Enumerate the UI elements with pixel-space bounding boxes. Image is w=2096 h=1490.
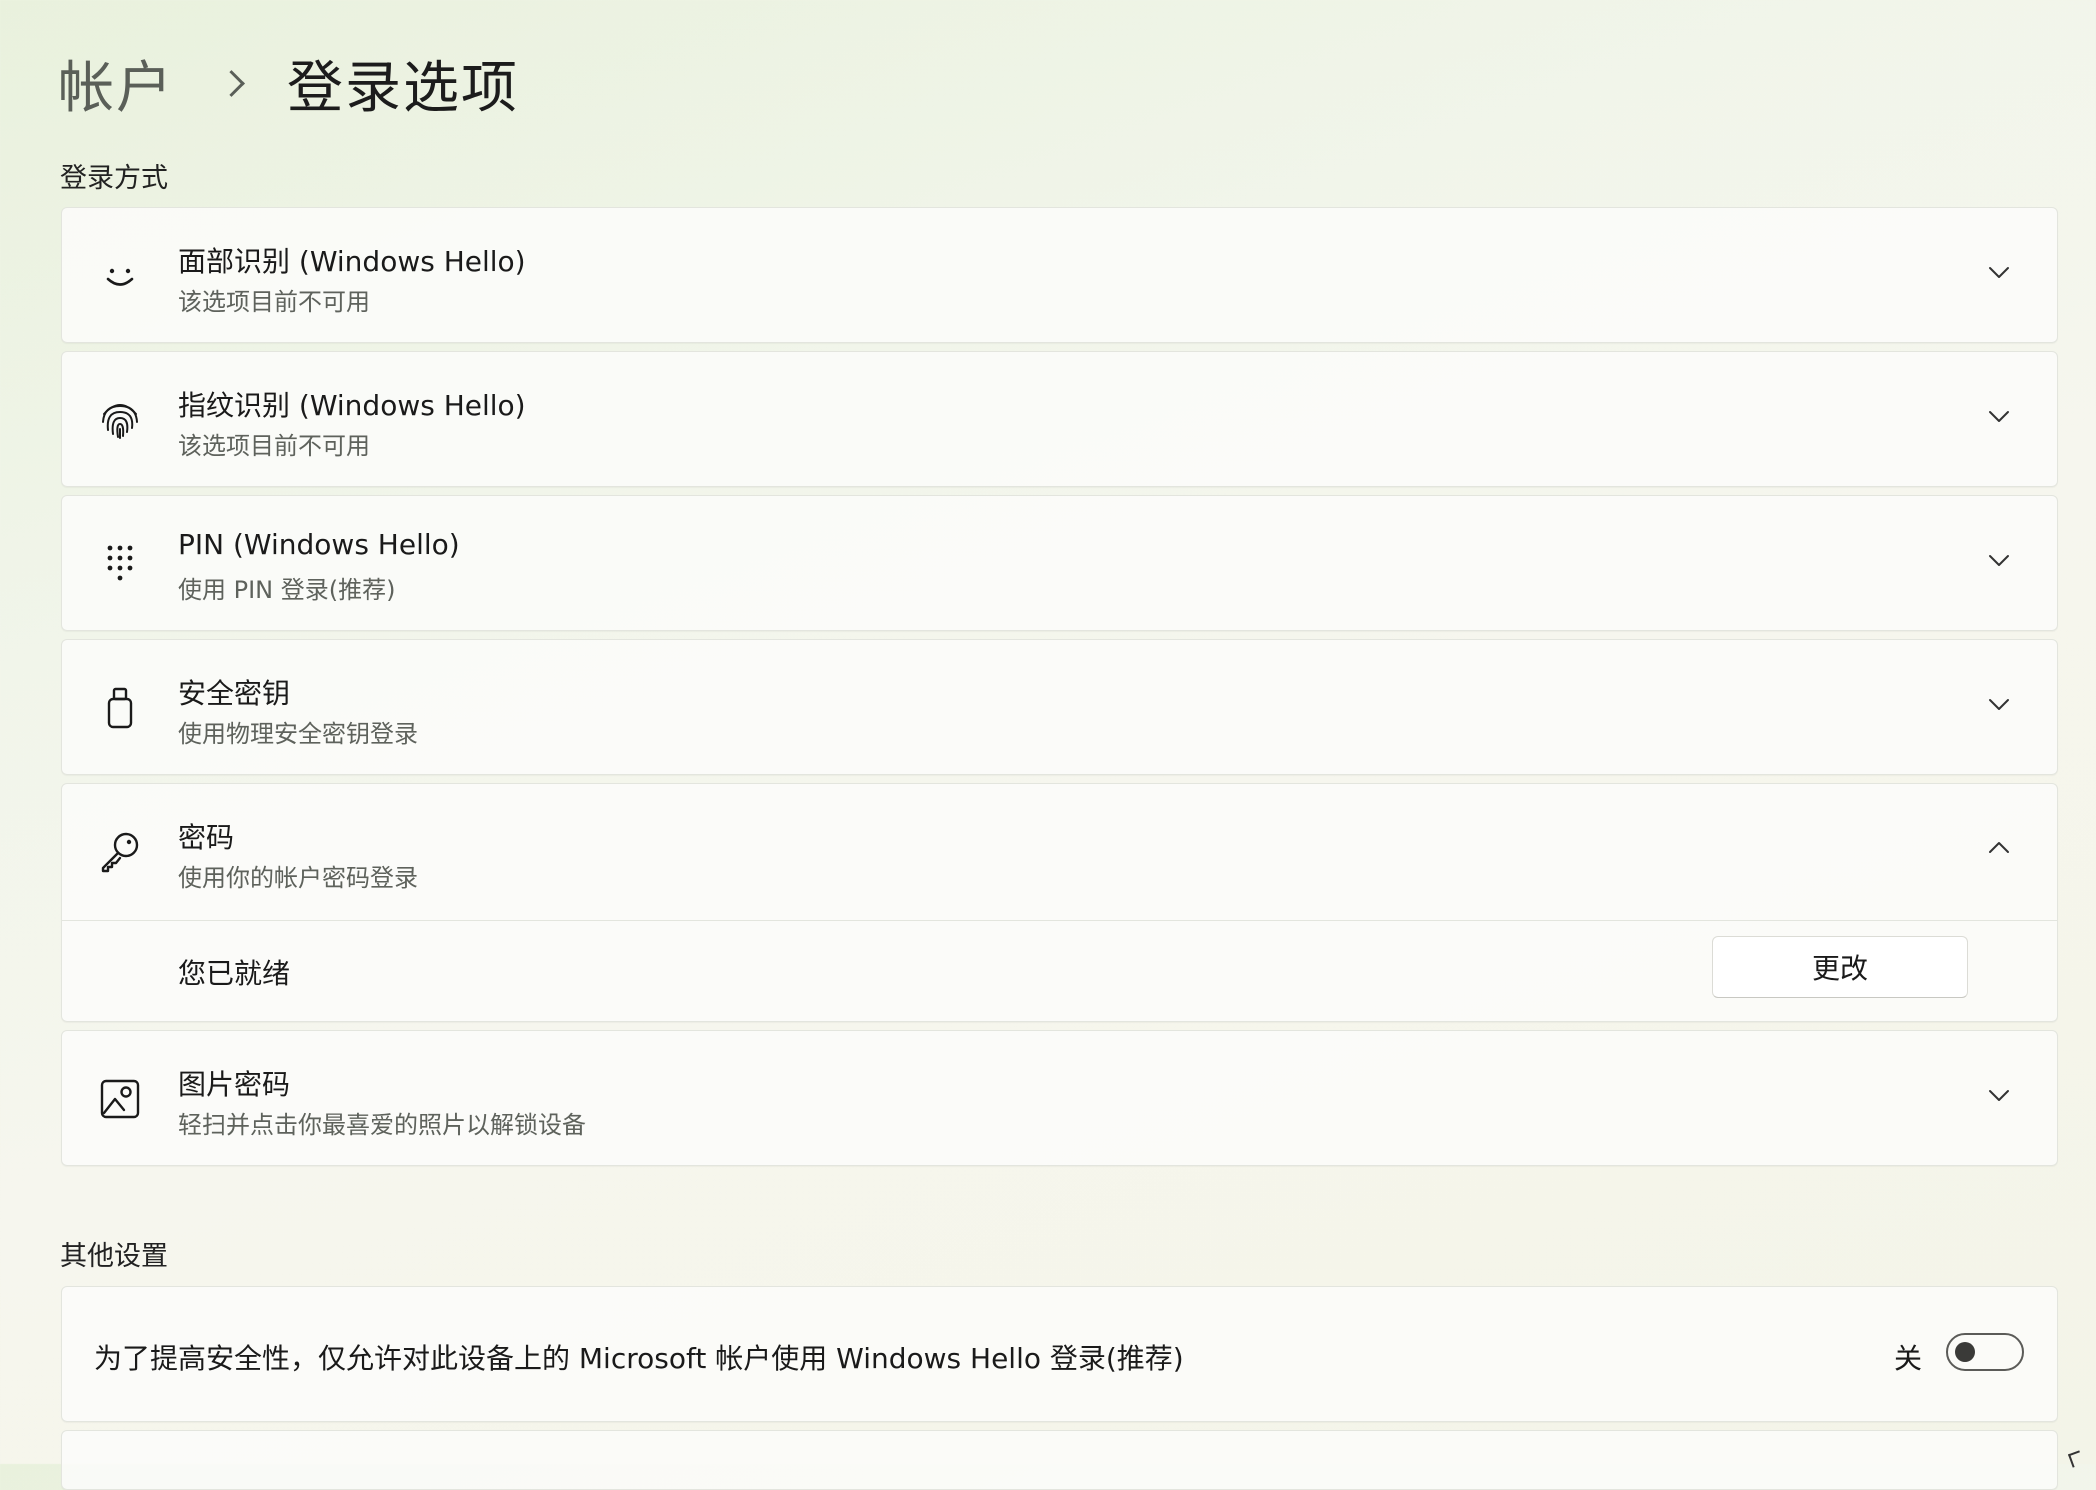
chevron-down-icon[interactable] xyxy=(1987,1083,2011,1107)
password-option-title: 密码 xyxy=(178,821,235,854)
sign-in-option-face[interactable]: 面部识别 (Windows Hello) 该选项目前不可用 xyxy=(61,207,2058,343)
windows-hello-only-toggle[interactable] xyxy=(1946,1333,2024,1371)
keypad-dots-icon xyxy=(98,542,142,586)
fingerprint-icon xyxy=(98,398,142,442)
sign-in-option-fingerprint[interactable]: 指纹识别 (Windows Hello) 该选项目前不可用 xyxy=(61,351,2058,487)
sign-in-option-pin[interactable]: PIN (Windows Hello) 使用 PIN 登录(推荐) xyxy=(61,495,2058,631)
toggle-state-label: 关 xyxy=(1894,1342,1923,1375)
toggle-knob xyxy=(1955,1342,1975,1362)
chevron-down-icon[interactable] xyxy=(1987,404,2011,428)
chevron-up-icon[interactable] xyxy=(1987,836,2011,860)
face-option-title: 面部识别 (Windows Hello) xyxy=(178,245,526,278)
usb-key-icon xyxy=(98,686,142,730)
change-password-button[interactable]: 更改 xyxy=(1712,936,1968,998)
smiley-face-icon xyxy=(98,254,142,298)
mouse-cursor-icon xyxy=(2067,1450,2085,1468)
password-status-label: 您已就绪 xyxy=(178,957,291,990)
breadcrumb-chevron-icon xyxy=(218,69,245,97)
pin-option-subtitle: 使用 PIN 登录(推荐) xyxy=(178,576,396,604)
windows-hello-only-setting: 为了提高安全性，仅允许对此设备上的 Microsoft 帐户使用 Windows… xyxy=(61,1286,2058,1422)
fingerprint-option-header[interactable]: 指纹识别 (Windows Hello) 该选项目前不可用 xyxy=(62,352,2057,488)
fingerprint-option-subtitle: 该选项目前不可用 xyxy=(178,432,370,460)
page-title: 登录选项 xyxy=(287,55,519,121)
pin-option-title: PIN (Windows Hello) xyxy=(178,528,460,561)
picture-password-option-header[interactable]: 图片密码 轻扫并点击你最喜爱的照片以解锁设备 xyxy=(62,1031,2057,1167)
key-icon xyxy=(98,830,142,874)
picture-icon xyxy=(98,1077,142,1121)
face-option-header[interactable]: 面部识别 (Windows Hello) 该选项目前不可用 xyxy=(62,208,2057,344)
breadcrumb-accounts-link[interactable]: 帐户 xyxy=(58,43,174,124)
password-panel-divider xyxy=(62,920,2057,921)
sign-in-option-password[interactable]: 密码 使用你的帐户密码登录 您已就绪 更改 xyxy=(61,783,2058,1022)
security-key-option-subtitle: 使用物理安全密钥登录 xyxy=(178,720,418,748)
next-setting-card xyxy=(61,1430,2058,1490)
password-option-subtitle: 使用你的帐户密码登录 xyxy=(178,864,418,892)
picture-password-option-subtitle: 轻扫并点击你最喜爱的照片以解锁设备 xyxy=(178,1111,586,1139)
pin-option-header[interactable]: PIN (Windows Hello) 使用 PIN 登录(推荐) xyxy=(62,496,2057,632)
section-title-other-settings: 其他设置 xyxy=(60,1241,168,1272)
password-option-header[interactable]: 密码 使用你的帐户密码登录 xyxy=(62,784,2057,920)
breadcrumb: 帐户 登录选项 xyxy=(58,38,519,128)
face-option-subtitle: 该选项目前不可用 xyxy=(178,288,370,316)
fingerprint-option-title: 指纹识别 (Windows Hello) xyxy=(178,389,526,422)
sign-in-option-security-key[interactable]: 安全密钥 使用物理安全密钥登录 xyxy=(61,639,2058,775)
chevron-down-icon[interactable] xyxy=(1987,260,2011,284)
sign-in-option-picture-password[interactable]: 图片密码 轻扫并点击你最喜爱的照片以解锁设备 xyxy=(61,1030,2058,1166)
security-key-option-title: 安全密钥 xyxy=(178,677,291,710)
windows-hello-only-text: 为了提高安全性，仅允许对此设备上的 Microsoft 帐户使用 Windows… xyxy=(94,1342,1184,1375)
security-key-option-header[interactable]: 安全密钥 使用物理安全密钥登录 xyxy=(62,640,2057,776)
picture-password-option-title: 图片密码 xyxy=(178,1068,291,1101)
section-title-sign-in-methods: 登录方式 xyxy=(60,163,168,194)
chevron-down-icon[interactable] xyxy=(1987,692,2011,716)
chevron-down-icon[interactable] xyxy=(1987,548,2011,572)
